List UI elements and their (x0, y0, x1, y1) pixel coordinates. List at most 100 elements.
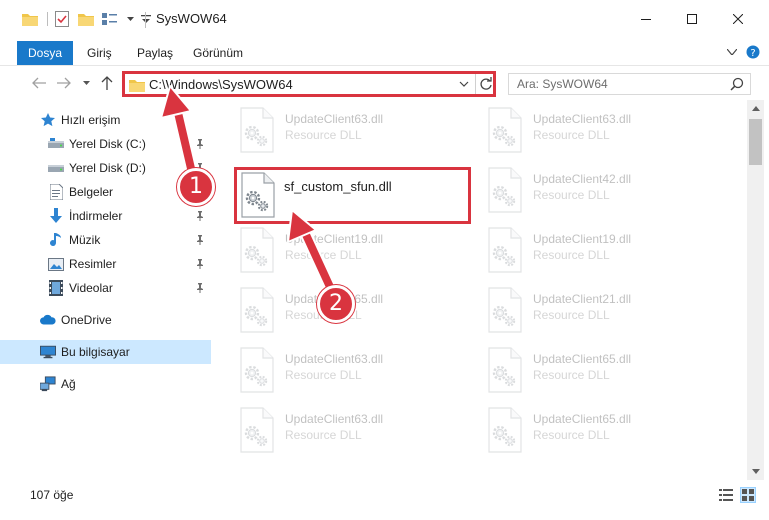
file-type: Resource DLL (285, 128, 362, 142)
details-view-icon[interactable] (718, 487, 734, 503)
chevron-down-icon[interactable] (459, 77, 469, 94)
step-1-badge: 1 (177, 168, 215, 206)
file-type: Resource DLL (285, 248, 362, 262)
search-placeholder: Ara: SysWOW64 (517, 77, 608, 91)
videos-icon (48, 280, 64, 296)
search-input[interactable]: Ara: SysWOW64 (508, 73, 751, 95)
file-name: UpdateClient65.dll (533, 412, 632, 426)
item-count: 107 öğe (30, 488, 74, 502)
recent-locations-icon[interactable] (80, 74, 92, 92)
close-button[interactable] (715, 0, 761, 38)
new-folder-icon[interactable] (78, 11, 94, 27)
folder-icon (129, 78, 145, 95)
sidebar-item-network[interactable]: Ağ (0, 372, 211, 396)
file-item[interactable]: UpdateClient19.dll Resource DLL (485, 226, 725, 282)
navigation-bar: C:\Windows\SysWOW64 Ara: SysWOW64 (0, 66, 769, 100)
sidebar-item-label: Belgeler (69, 185, 114, 199)
drive-icon (48, 136, 64, 152)
vertical-scrollbar[interactable] (747, 100, 764, 480)
back-button[interactable] (30, 74, 48, 92)
dll-file-icon (237, 346, 277, 394)
file-type: Resource DLL (533, 308, 610, 322)
sidebar-item-music[interactable]: Müzik (0, 228, 211, 252)
scroll-up-icon[interactable] (747, 100, 764, 117)
dll-file-icon (485, 106, 525, 154)
dll-file-icon (237, 106, 277, 154)
highlighted-file-box: sf_custom_sfun.dll (234, 167, 471, 224)
sidebar-item-label: Yerel Disk (D:) (69, 161, 146, 175)
file-item[interactable]: UpdateClient65.dll Resource DLL (237, 286, 477, 342)
navigation-pane: Hızlı erişim Yerel Disk (C:) Yerel Disk … (0, 100, 211, 480)
file-item[interactable]: UpdateClient63.dll Resource DLL (237, 106, 477, 162)
network-icon (40, 376, 56, 392)
window-title: SysWOW64 (156, 11, 227, 26)
address-divider (475, 74, 476, 94)
status-bar: 107 öğe (0, 480, 769, 520)
pin-icon[interactable] (194, 138, 206, 150)
pin-icon[interactable] (194, 258, 206, 270)
sidebar-item-label: OneDrive (61, 313, 112, 327)
file-name: UpdateClient65.dll (533, 352, 632, 366)
tab-view[interactable]: Görünüm (182, 41, 254, 65)
customize-toolbar-icon[interactable] (138, 11, 154, 27)
file-item[interactable]: UpdateClient63.dll Resource DLL (485, 106, 725, 162)
file-type: Resource DLL (285, 428, 362, 442)
pin-icon[interactable] (194, 282, 206, 294)
sidebar-item-label: Yerel Disk (C:) (69, 137, 146, 151)
maximize-button[interactable] (669, 0, 715, 38)
dll-file-icon (485, 346, 525, 394)
file-item[interactable]: UpdateClient42.dll Resource DLL (485, 166, 725, 222)
sidebar-item-pictures[interactable]: Resimler (0, 252, 211, 276)
file-name: sf_custom_sfun.dll (284, 179, 392, 194)
view-options-icon[interactable] (102, 11, 118, 27)
star-icon (40, 112, 56, 128)
file-name: UpdateClient63.dll (285, 412, 384, 426)
file-item[interactable]: UpdateClient21.dll Resource DLL (485, 286, 725, 342)
help-icon[interactable]: ? (745, 44, 761, 60)
file-type: Resource DLL (533, 428, 610, 442)
search-icon[interactable] (730, 77, 744, 94)
up-button[interactable] (98, 74, 116, 92)
dll-file-icon (485, 166, 525, 214)
file-type: Resource DLL (533, 248, 610, 262)
pin-icon[interactable] (194, 210, 206, 222)
sidebar-item-label: Ağ (61, 377, 76, 391)
file-item[interactable]: UpdateClient65.dll Resource DLL (485, 346, 725, 402)
expand-ribbon-icon[interactable] (724, 44, 740, 60)
sidebar-item-downloads[interactable]: İndirmeler (0, 204, 211, 228)
folder-icon[interactable] (22, 11, 38, 27)
file-item[interactable]: UpdateClient19.dll Resource DLL (237, 226, 477, 282)
file-type: Resource DLL (285, 368, 362, 382)
file-item[interactable]: UpdateClient63.dll Resource DLL (237, 346, 477, 402)
scroll-down-icon[interactable] (747, 463, 764, 480)
tab-home[interactable]: Giriş (76, 41, 123, 65)
refresh-icon[interactable] (479, 76, 493, 95)
tab-file[interactable]: Dosya (17, 41, 74, 65)
properties-icon[interactable] (54, 11, 70, 27)
large-icons-view-icon[interactable] (740, 487, 756, 503)
chevron-down-icon[interactable] (126, 11, 134, 27)
sidebar-item-local-disk-c[interactable]: Yerel Disk (C:) (0, 132, 211, 156)
address-bar[interactable]: C:\Windows\SysWOW64 (122, 71, 496, 97)
dll-file-icon (485, 286, 525, 334)
step-2-badge: 2 (317, 285, 355, 323)
file-item[interactable]: UpdateClient63.dll Resource DLL (237, 406, 477, 462)
file-type: Resource DLL (533, 368, 610, 382)
tab-share[interactable]: Paylaş (126, 41, 184, 65)
pin-icon[interactable] (194, 234, 206, 246)
svg-text:?: ? (750, 48, 755, 59)
sidebar-item-this-pc[interactable]: Bu bilgisayar (0, 340, 211, 364)
file-name: UpdateClient63.dll (285, 112, 384, 126)
file-item-sf-custom-sfun[interactable]: sf_custom_sfun.dll (238, 171, 478, 227)
file-item[interactable]: UpdateClient65.dll Resource DLL (485, 406, 725, 462)
forward-button[interactable] (55, 74, 73, 92)
quick-access-toolbar (22, 0, 162, 38)
sidebar-item-onedrive[interactable]: OneDrive (0, 308, 211, 332)
scrollbar-thumb[interactable] (749, 119, 762, 165)
pictures-icon (48, 256, 64, 272)
minimize-button[interactable] (623, 0, 669, 38)
documents-icon (48, 184, 64, 200)
sidebar-item-videos[interactable]: Videolar (0, 276, 211, 300)
address-path[interactable]: C:\Windows\SysWOW64 (149, 77, 293, 92)
sidebar-item-quick-access[interactable]: Hızlı erişim (0, 108, 211, 132)
